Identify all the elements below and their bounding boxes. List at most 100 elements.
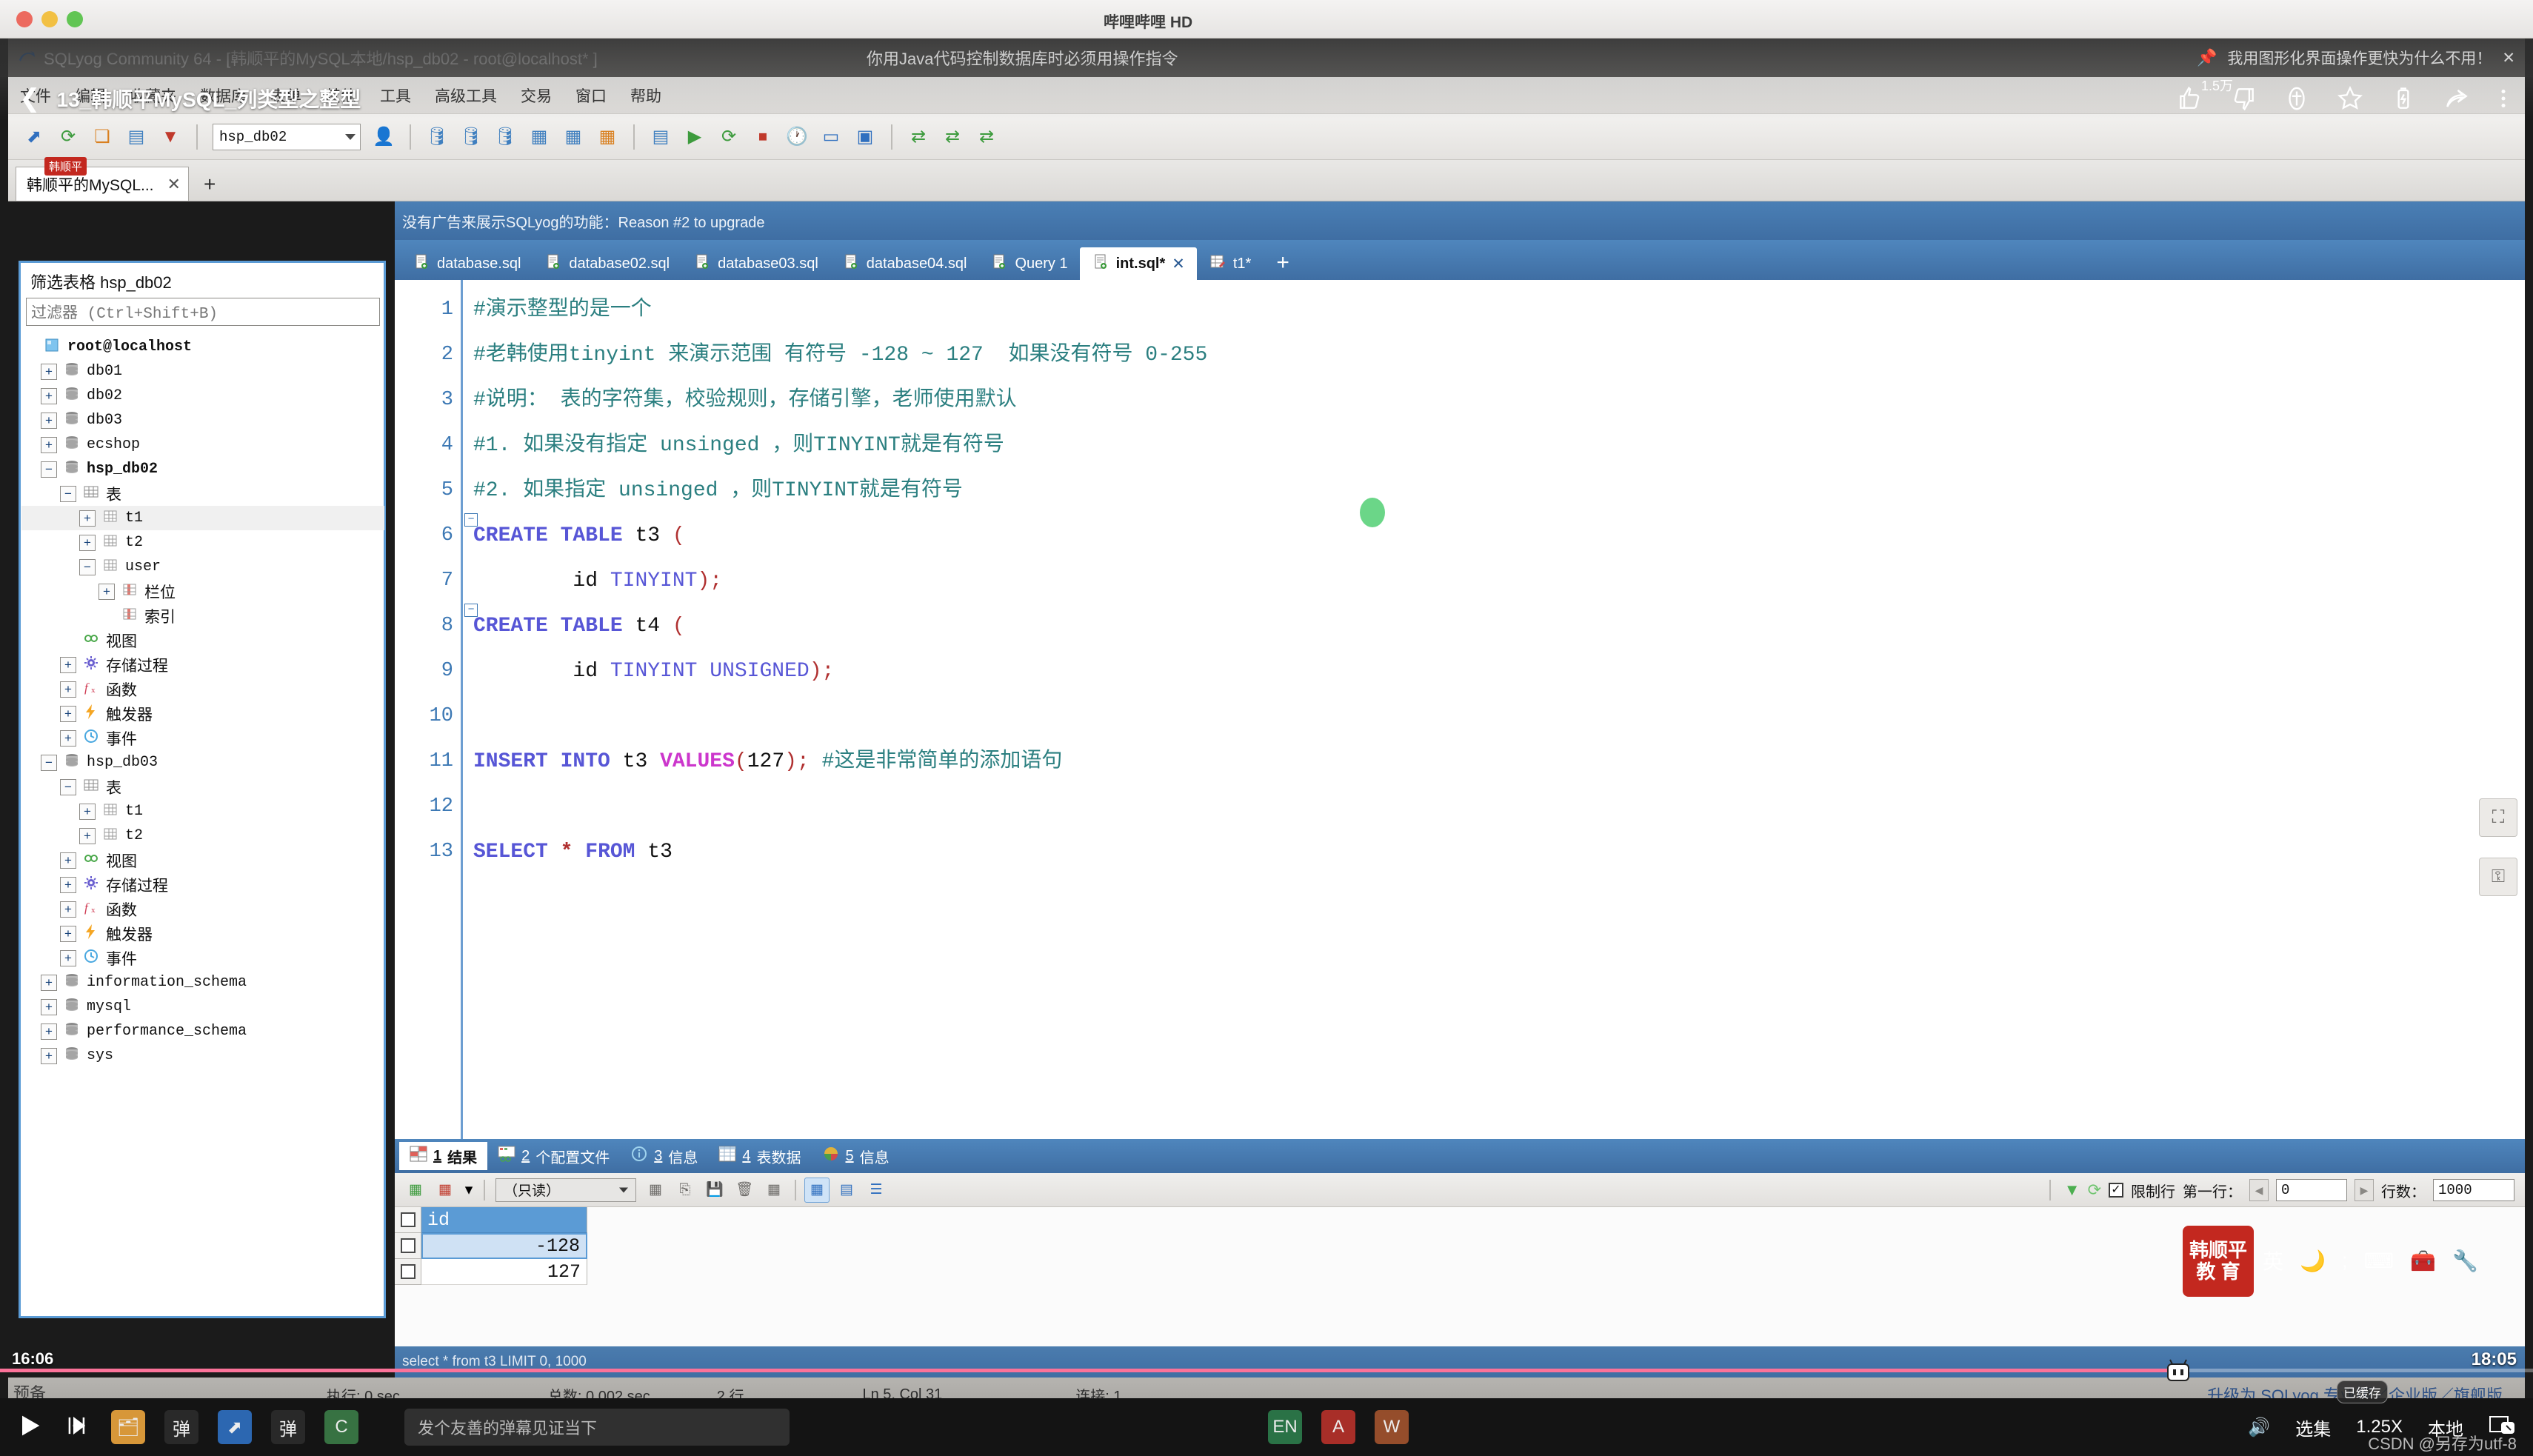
fold-toggle-icon[interactable]: −	[464, 513, 478, 527]
tree-node-information_schema-26[interactable]: + information_schema	[21, 970, 384, 995]
row-checkbox[interactable]	[395, 1259, 421, 1285]
tree-node--15[interactable]: + 触发器	[21, 701, 384, 726]
connection-tab-strip[interactable]: 韩顺平的MySQL... ✕ +	[8, 160, 2525, 201]
tree-node--21[interactable]: + 视图	[21, 848, 384, 872]
import-icon[interactable]: ▼	[156, 122, 185, 152]
add-sql-tab-button[interactable]: +	[1263, 250, 1303, 280]
danmaku-toggle-icon[interactable]: 弹	[164, 1410, 198, 1444]
limit-rows-checkbox[interactable]: ✓	[2109, 1183, 2123, 1198]
data-sync-wizard-icon[interactable]: ⇄	[938, 122, 967, 152]
first-row-decrement-button[interactable]: ◀	[2249, 1179, 2269, 1201]
delete-row-icon[interactable]: 🗑	[732, 1178, 757, 1203]
minimize-window-button[interactable]	[41, 10, 58, 27]
fold-toggle-icon[interactable]: −	[464, 604, 478, 617]
collapse-icon[interactable]: −	[60, 485, 76, 502]
query-history-icon[interactable]: 🕐	[782, 122, 812, 152]
database-select[interactable]: hsp_db02	[213, 123, 361, 150]
share-arrow-icon[interactable]	[2443, 84, 2471, 113]
add-connection-tab-button[interactable]: +	[204, 173, 216, 201]
tree-node-db02-2[interactable]: + db02	[21, 384, 384, 408]
chevron-down-icon[interactable]	[345, 133, 356, 140]
sql-tab-databasesql[interactable]: database.sql	[401, 247, 533, 280]
tree-node-hsp_db03-17[interactable]: − hsp_db03	[21, 750, 384, 775]
window-controls[interactable]	[16, 10, 83, 27]
play-icon[interactable]	[15, 1411, 44, 1444]
sql-tab-query1[interactable]: Query 1	[978, 247, 1079, 280]
expand-icon[interactable]: +	[41, 1023, 57, 1040]
sql-tab-database04sql[interactable]: database04.sql	[830, 247, 979, 280]
tree-node--16[interactable]: + 事件	[21, 726, 384, 750]
expand-icon[interactable]: +	[60, 901, 76, 918]
table-diagnostics-icon[interactable]: ▦	[558, 122, 588, 152]
sql-dump-icon[interactable]: ▤	[121, 122, 151, 152]
tree-node-performance_schema-28[interactable]: + performance_schema	[21, 1019, 384, 1043]
chevron-down-icon[interactable]: ▾	[462, 1178, 475, 1203]
limit-rows-group[interactable]: ▼ ⟳ ✓ 限制行 第一行： ◀ 0 ▶ 行数： 1000	[2043, 1173, 2514, 1207]
query-builder-icon[interactable]: ▣	[850, 122, 880, 152]
grid-options-icon[interactable]: ▦	[433, 1178, 458, 1203]
player-control-bar[interactable]: 🗂 弹 ⬈ 弹 C 发个友善的弹幕见证当下 EN A W 🔊 选集 1.25X …	[0, 1380, 2533, 1456]
tree-node--23[interactable]: + f x 函数	[21, 897, 384, 921]
collapse-icon[interactable]: −	[79, 558, 96, 575]
sql-tab-database03sql[interactable]: database03.sql	[681, 247, 830, 280]
sqlyog-taskbar-icon[interactable]: ⬈	[218, 1410, 252, 1444]
tree-node--25[interactable]: + 事件	[21, 946, 384, 970]
chevron-down-icon[interactable]	[619, 1187, 628, 1192]
close-icon[interactable]: ✕	[1172, 255, 1185, 273]
tree-node-ecshop-4[interactable]: + ecshop	[21, 433, 384, 457]
refresh-objects-icon[interactable]: ⟳	[53, 122, 83, 152]
next-track-icon[interactable]	[64, 1412, 92, 1443]
pdf-taskbar-icon[interactable]: A	[1321, 1410, 1355, 1444]
tree-node--24[interactable]: + 触发器	[21, 921, 384, 946]
tree-node-t2-8[interactable]: + t2	[21, 530, 384, 555]
rows-input[interactable]: 1000	[2433, 1179, 2514, 1201]
expand-icon[interactable]: +	[79, 510, 96, 527]
sql-tab-intsql[interactable]: int.sql* ✕	[1079, 247, 1197, 280]
data-sync-icon[interactable]: ⇄	[904, 122, 933, 152]
folder-icon[interactable]: 🗂	[111, 1410, 145, 1444]
expand-icon[interactable]: +	[60, 656, 76, 673]
tree-node-sys-29[interactable]: + sys	[21, 1043, 384, 1068]
result-tab-3[interactable]: 3 信息	[620, 1142, 708, 1170]
sql-tab-t1[interactable]: t1*	[1197, 247, 1263, 280]
table-icon[interactable]: ▦	[524, 122, 554, 152]
stop-query-icon[interactable]: ⏹	[748, 122, 778, 152]
episodes-button[interactable]: 选集	[2295, 1415, 2331, 1440]
maximize-window-button[interactable]	[67, 10, 83, 27]
tree-node--12[interactable]: 视图	[21, 628, 384, 652]
object-tree[interactable]: root@localhost + db01 + db02 + db03 + ecshop − hsp…	[21, 335, 384, 1068]
thumbs-up-icon[interactable]: 1.5万	[2176, 79, 2233, 113]
expand-icon[interactable]: +	[41, 363, 57, 380]
player-progress-row[interactable]: 16:06 18:05	[0, 1349, 2533, 1381]
close-icon[interactable]: ✕	[2502, 49, 2515, 67]
progress-handle-icon[interactable]	[2162, 1358, 2195, 1383]
tree-node-rootlocalhost-0[interactable]: root@localhost	[21, 335, 384, 359]
battery-charge-icon[interactable]	[2389, 84, 2417, 113]
main-toolbar[interactable]: ⬈ ⟳ ❏ ▤ ▼ hsp_db02 👤 🛢 🛢 🛢 ▦ ▦ ▦ ▤ ▶ ⟳ ⏹…	[8, 114, 2525, 160]
sql-code-content[interactable]: #演示整型的是一个 #老韩使用tinyint 来演示范围 有符号 -128 ~ …	[463, 280, 2525, 1139]
user-manager-icon[interactable]: 👤	[369, 122, 398, 152]
expand-icon[interactable]: +	[41, 412, 57, 429]
refresh-data-icon[interactable]: ▦	[403, 1178, 428, 1203]
result-tab-2[interactable]: 2 个配置文件	[487, 1142, 620, 1170]
search-grid-icon[interactable]: ▦	[643, 1178, 668, 1203]
grid-cell[interactable]: -128	[421, 1233, 587, 1259]
expand-icon[interactable]: +	[41, 974, 57, 991]
save-changes-icon[interactable]: 💾	[702, 1178, 727, 1203]
camera-icon[interactable]: ⛶	[2479, 798, 2517, 837]
expand-icon[interactable]: +	[41, 436, 57, 453]
sql-tab-strip[interactable]: database.sql database02.sql database03.sql…	[395, 240, 2525, 280]
export-grid-icon[interactable]: ⎘	[673, 1178, 698, 1203]
player-control-left[interactable]: 🗂 弹 ⬈ 弹 C 发个友善的弹幕见证当下 EN A W	[15, 1409, 1409, 1446]
expand-icon[interactable]: +	[60, 705, 76, 722]
tree-node--10[interactable]: + 栏位	[21, 579, 384, 604]
danmaku-input[interactable]: 发个友善的弹幕见证当下	[404, 1409, 790, 1446]
cancel-changes-icon[interactable]: ▦	[761, 1178, 787, 1203]
more-vertical-icon[interactable]	[2496, 84, 2511, 113]
expand-icon[interactable]: +	[79, 827, 96, 844]
grid-mode-select[interactable]: （只读）	[495, 1178, 636, 1202]
collapse-icon[interactable]: −	[41, 754, 57, 771]
execute-query-icon[interactable]: ▶	[680, 122, 710, 152]
database-sync-icon[interactable]: 🛢	[456, 122, 486, 152]
notification-services-icon[interactable]: ⇄	[972, 122, 1001, 152]
